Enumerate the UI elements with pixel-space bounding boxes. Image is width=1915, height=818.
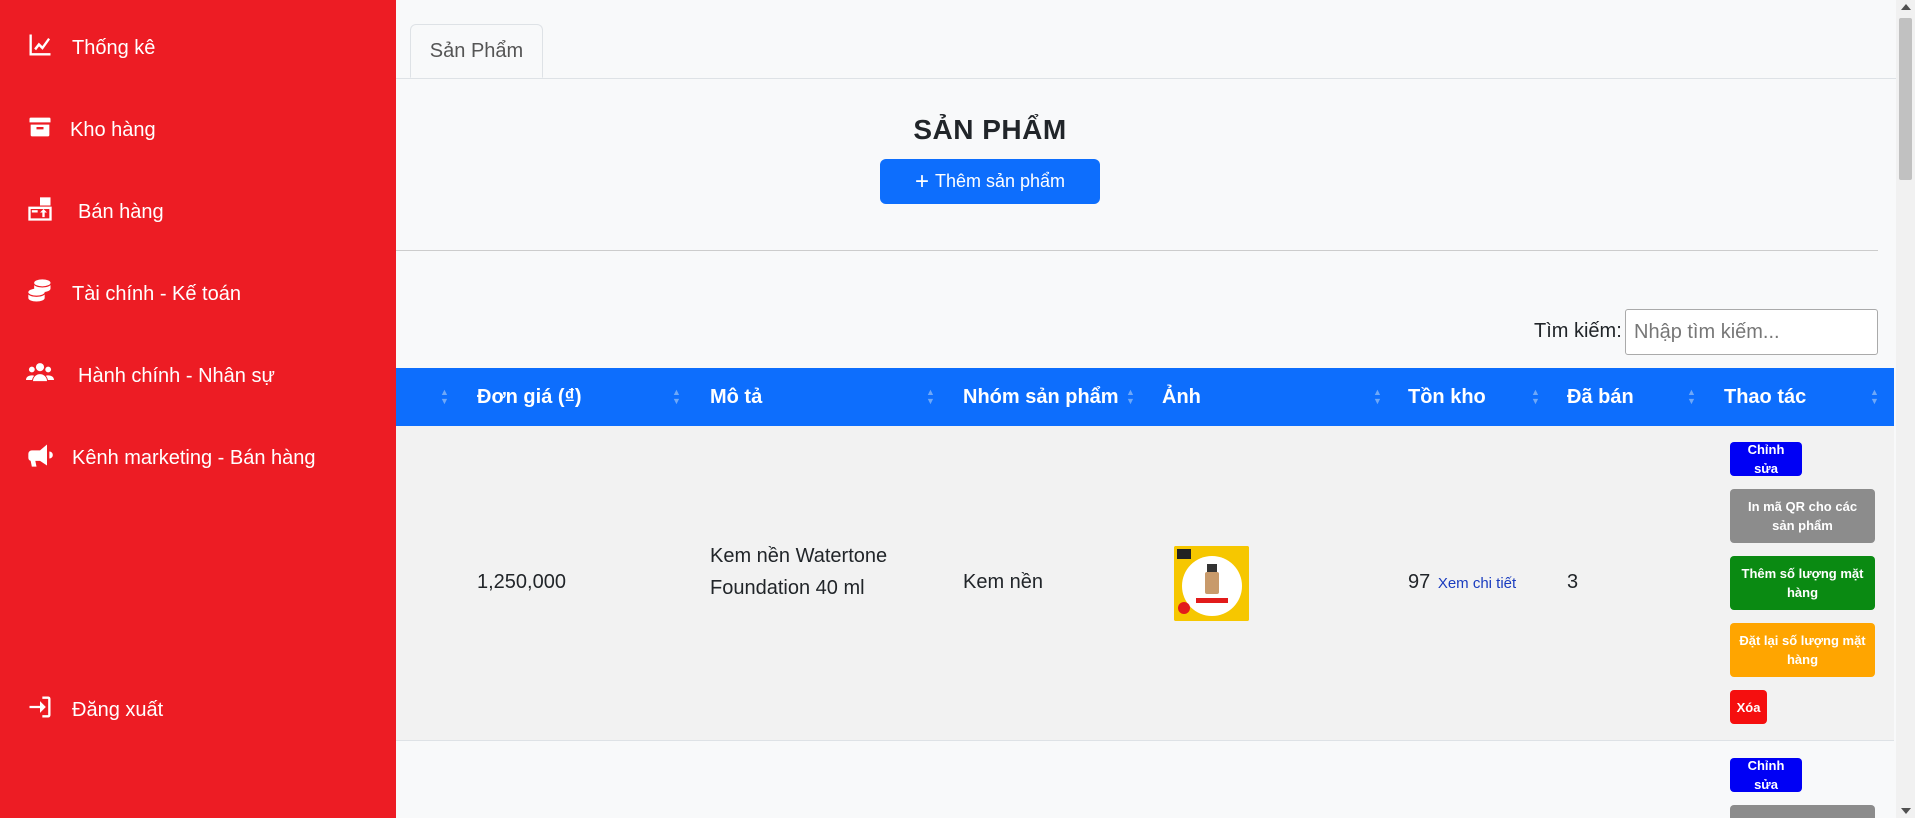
sort-icon[interactable]: ▲ ▼ [1687, 368, 1696, 426]
description-line: Kem nền Watertone [710, 545, 888, 567]
th-description[interactable]: Mô tả [710, 368, 762, 426]
delete-button[interactable]: Xóa [1730, 690, 1767, 724]
stock-cell: 97 Xem chi tiết [1408, 566, 1516, 600]
sidebar-item-label: Thống kê [72, 36, 156, 59]
add-quantity-button[interactable]: Thêm số lượng mặt hàng [1730, 556, 1875, 610]
th-group[interactable]: Nhóm sản phẩm [963, 368, 1119, 426]
search-input[interactable] [1625, 309, 1878, 355]
vertical-scrollbar[interactable] [1896, 0, 1915, 818]
sidebar-item-thong-ke[interactable]: Thống kê [26, 31, 155, 65]
edit-button[interactable]: Chỉnh sửa [1730, 758, 1802, 792]
search-label: Tìm kiếm: [1534, 320, 1622, 342]
divider [396, 250, 1878, 251]
plus-icon: + [914, 167, 929, 195]
view-detail-link[interactable]: Xem chi tiết [1438, 575, 1516, 592]
sort-icon[interactable]: ▲ ▼ [672, 368, 681, 426]
sort-icon[interactable]: ▲ ▼ [1870, 368, 1879, 426]
logout-icon [26, 693, 54, 727]
logout-button[interactable]: Đăng xuất [26, 693, 163, 727]
sidebar-item-tai-chinh[interactable]: Tài chính - Kế toán [26, 277, 241, 311]
sidebar-item-label: Bán hàng [78, 200, 164, 223]
sort-icon[interactable]: ▲ ▼ [926, 368, 935, 426]
print-qr-button[interactable]: In mã QR cho các sản phẩm [1730, 489, 1875, 543]
price-cell: 1,250,000 [477, 571, 566, 593]
description-cell: Kem nền Watertone Foundation 40 ml [710, 540, 887, 604]
chart-line-icon [26, 31, 54, 65]
boxes-arrow-icon [26, 195, 54, 229]
sort-icon[interactable]: ▲ ▼ [1531, 368, 1540, 426]
scroll-down-arrow-icon[interactable] [1901, 808, 1911, 814]
stock-value: 97 [1408, 571, 1431, 593]
th-stock[interactable]: Tồn kho [1408, 368, 1486, 426]
th-price[interactable]: Đơn giá (₫) [477, 368, 581, 426]
th-sold[interactable]: Đã bán [1567, 368, 1634, 426]
sidebar-item-label: Kênh marketing - Bán hàng [72, 446, 316, 469]
sidebar-item-label: Hành chính - Nhân sự [78, 364, 275, 387]
sidebar-item-label: Tài chính - Kế toán [72, 282, 241, 305]
print-qr-button[interactable] [1730, 805, 1875, 818]
add-product-label: Thêm sản phẩm [934, 171, 1066, 191]
megaphone-icon [26, 441, 54, 475]
sidebar-item-ban-hang[interactable]: Bán hàng [26, 195, 164, 229]
sidebar-item-label: Kho hàng [70, 118, 156, 141]
logout-label: Đăng xuất [72, 698, 164, 721]
product-image[interactable] [1174, 546, 1249, 621]
description-line: Foundation 40 ml [710, 577, 865, 599]
sidebar-item-marketing[interactable]: Kênh marketing - Bán hàng [26, 441, 316, 475]
sidebar-item-kho-hang[interactable]: Kho hàng [26, 113, 156, 147]
th-image[interactable]: Ảnh [1162, 368, 1201, 426]
sidebar-item-hanh-chinh[interactable]: Hành chính - Nhân sự [26, 359, 275, 393]
sort-icon[interactable]: ▲ ▼ [440, 368, 449, 426]
sort-icon[interactable]: ▲ ▼ [1373, 368, 1382, 426]
box-icon [26, 113, 54, 147]
sold-cell: 3 [1567, 571, 1579, 593]
th-actions[interactable]: Thao tác [1724, 368, 1806, 426]
sort-icon[interactable]: ▲ ▼ [1126, 368, 1135, 426]
reset-quantity-button[interactable]: Đặt lại số lượng mặt hàng [1730, 623, 1875, 677]
sidebar: Thống kê Kho hàng Bán hàng Tài chính - K… [0, 0, 396, 818]
add-product-button[interactable]: + Thêm sản phẩm [880, 159, 1100, 204]
scroll-up-arrow-icon[interactable] [1901, 4, 1911, 10]
coins-icon [26, 277, 54, 311]
tab-san-pham[interactable]: Sản Phẩm [410, 24, 543, 78]
users-icon [26, 359, 54, 393]
edit-button[interactable]: Chỉnh sửa [1730, 442, 1802, 476]
scrollbar-thumb[interactable] [1899, 18, 1912, 180]
group-cell: Kem nền [963, 571, 1044, 593]
